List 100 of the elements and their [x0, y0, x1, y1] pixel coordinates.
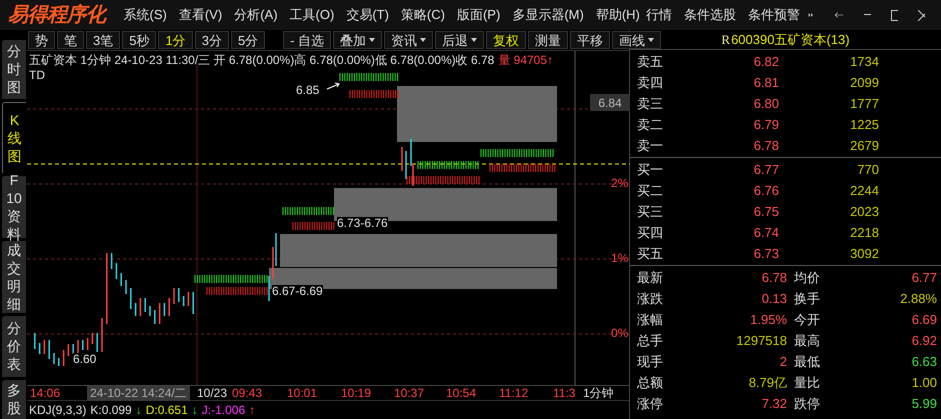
- chart-info-text: 五矿资本 1分钟 24-10-23 11:30/三 开 6.78(0.00%)高 6.78(0.00%)低 6.78(0.00%)收 6.78: [29, 52, 494, 69]
- indicator-value: ↓: [136, 402, 142, 419]
- side-tab[interactable]: 分价表: [2, 316, 26, 377]
- toolbar-button[interactable]: 画线: [612, 31, 662, 49]
- indicator-label: TD: [29, 67, 45, 84]
- stat-value: 6.77: [910, 269, 937, 287]
- chart-info-text: 量 94705↑: [498, 52, 554, 69]
- toolbar-button[interactable]: 5秒: [122, 31, 156, 49]
- side-tab[interactable]: 多股: [2, 380, 26, 419]
- toolbar-button[interactable]: 3分: [194, 31, 229, 49]
- stat-label: 现手: [637, 353, 664, 371]
- stat-value: 6.63: [910, 353, 937, 371]
- toolbar-button[interactable]: 复权: [486, 31, 526, 49]
- toolbar-button[interactable]: 平移: [570, 31, 610, 49]
- indicator-value: KDJ(9,3,3): [29, 402, 86, 419]
- stat-value: 6.92: [910, 332, 937, 350]
- order-label: 卖二: [637, 116, 664, 134]
- order-label: 买一: [637, 160, 664, 179]
- indicator-value: K:0.099: [90, 402, 132, 419]
- menu-item[interactable]: 交易(T): [340, 5, 395, 25]
- order-label: 卖四: [637, 74, 664, 92]
- order-volume: 2099: [849, 74, 879, 92]
- menu-item[interactable]: 分析(A): [228, 5, 284, 25]
- price-label: 6.67-6.69: [272, 285, 323, 297]
- stat-label: 涨停: [637, 395, 664, 413]
- stat-label: 涨幅: [637, 311, 664, 329]
- time-label: 11:3: [553, 386, 576, 401]
- toolbar-button[interactable]: 1分: [158, 31, 193, 49]
- toolbar-button[interactable]: 后退: [435, 31, 484, 49]
- order-price: 6.81: [752, 74, 779, 92]
- stat-value: 1.95%: [749, 311, 787, 329]
- axis-price-tag: 6.84: [590, 94, 630, 111]
- side-tab[interactable]: 成交明细: [2, 240, 26, 313]
- order-volume: 1225: [849, 116, 879, 134]
- order-price: 6.80: [752, 94, 779, 113]
- stat-label: 总手: [637, 332, 664, 350]
- stat-value: 2.88%: [899, 290, 937, 308]
- time-label: 10:01: [287, 386, 318, 401]
- order-price: 6.82: [752, 52, 779, 71]
- order-volume: 2679: [849, 136, 879, 155]
- toolbar-button[interactable]: 叠加: [333, 31, 382, 49]
- menu-item[interactable]: 查看(V): [172, 5, 228, 25]
- stat-value: 7.32: [760, 395, 787, 413]
- close-icon[interactable]: [918, 10, 925, 20]
- order-price: 6.75: [752, 202, 779, 221]
- menu-item[interactable]: 条件选股: [684, 5, 736, 25]
- order-label: 买四: [637, 224, 664, 242]
- period-label: 1分钟: [583, 386, 614, 401]
- menu-item[interactable]: 版面(P): [450, 5, 506, 25]
- maximize-icon[interactable]: [891, 10, 898, 20]
- stat-value: 5.99: [910, 395, 937, 413]
- indicator-value: D:0.651: [146, 402, 188, 419]
- menu-item[interactable]: 行情: [646, 5, 672, 25]
- order-volume: 2244: [849, 182, 879, 200]
- order-volume: 1734: [849, 52, 879, 71]
- menu-item[interactable]: 多显示器(M): [506, 5, 590, 25]
- stat-value: 2: [778, 353, 787, 371]
- stat-label: 跌停: [793, 395, 821, 413]
- toolbar-button[interactable]: 3笔: [86, 31, 120, 49]
- order-label: 卖五: [637, 52, 664, 71]
- price-label: 6.73-6.76: [337, 217, 388, 229]
- menu-item[interactable]: 帮助(H): [590, 5, 646, 25]
- stat-label: 换手: [793, 290, 821, 308]
- toolbar-button[interactable]: 笔: [57, 31, 84, 49]
- stat-label: 最低: [793, 353, 821, 371]
- toolbar-button[interactable]: 测量: [528, 31, 568, 49]
- order-volume: 2218: [849, 224, 879, 242]
- minimize-icon[interactable]: [864, 14, 872, 16]
- toolbar-button[interactable]: - 自选: [283, 31, 332, 49]
- stat-value: 0.13: [760, 290, 787, 308]
- menu-item[interactable]: 系统(S): [118, 5, 173, 25]
- stat-label: 总额: [637, 374, 664, 392]
- menu-item[interactable]: 条件预警: [748, 5, 800, 25]
- axis-percent-label: 0%: [611, 327, 628, 339]
- indicator-value: J:-1.006: [202, 402, 246, 419]
- app-logo: 易得程序化: [8, 2, 106, 28]
- price-label: 6.60: [73, 353, 96, 365]
- toolbar-button[interactable]: 5分: [230, 31, 266, 49]
- stat-value: 6.69: [910, 311, 937, 329]
- menu-item[interactable]: 工具(O): [284, 5, 340, 25]
- side-tab[interactable]: K线图: [2, 102, 26, 173]
- time-label: 10:54: [446, 386, 476, 401]
- axis-percent-label: 1%: [611, 252, 628, 264]
- toolbar-button[interactable]: 势: [28, 31, 55, 49]
- toolbar-button[interactable]: 资讯: [384, 31, 434, 49]
- order-label: 买二: [637, 182, 664, 200]
- order-price: 6.76: [752, 182, 779, 200]
- time-label: 09:43: [232, 386, 262, 401]
- order-price: 6.78: [752, 136, 779, 155]
- time-label: 14:06: [30, 386, 60, 401]
- time-label: 10:19: [341, 386, 372, 401]
- menu-item[interactable]: 策略(C): [394, 5, 451, 25]
- stat-label: 今开: [793, 311, 821, 329]
- side-tab[interactable]: 分时图: [2, 40, 26, 99]
- stat-label: 量比: [793, 374, 821, 392]
- order-price: 6.73: [752, 244, 779, 263]
- time-label: 11:12: [499, 386, 528, 401]
- axis-percent-label: 2%: [611, 177, 628, 189]
- stock-title: 600390五矿资本(13): [731, 30, 850, 49]
- price-label: 6.85: [296, 84, 320, 96]
